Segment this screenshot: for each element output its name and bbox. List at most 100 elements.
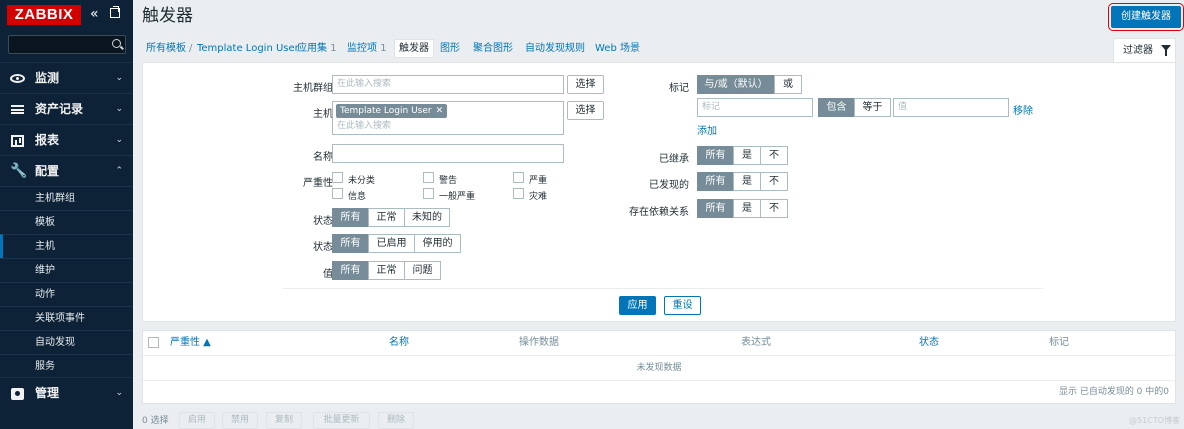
- host-multiselect[interactable]: Template Login User ✕ 在此输入搜索: [332, 101, 564, 135]
- mass-update-button[interactable]: 批量更新: [313, 412, 370, 429]
- apply-button[interactable]: 应用: [619, 296, 656, 315]
- sidebar-item-monitoring[interactable]: 监测 ⌄: [0, 62, 133, 93]
- value-option-problem[interactable]: 问题: [404, 261, 441, 280]
- sidebar-subitem-label: 动作: [35, 289, 55, 300]
- status-option-all[interactable]: 所有: [332, 234, 369, 253]
- selected-count: 0 选择: [142, 416, 169, 426]
- sidebar-subitem-label: 关联项事件: [35, 313, 85, 324]
- name-input[interactable]: [332, 144, 564, 163]
- inherited-option-yes[interactable]: 是: [733, 146, 761, 165]
- tags-mode-or[interactable]: 或: [774, 75, 802, 94]
- gear-icon: [10, 386, 25, 401]
- dependencies-option-no[interactable]: 不: [760, 199, 788, 218]
- severity-checkbox[interactable]: [423, 172, 434, 183]
- severity-checkbox[interactable]: [332, 188, 343, 199]
- tab-graphs[interactable]: 图形: [440, 38, 460, 60]
- filter-tab[interactable]: 过滤器: [1113, 38, 1176, 63]
- zabbix-logo[interactable]: ZABBIX: [7, 5, 81, 25]
- delete-button[interactable]: 删除: [378, 412, 414, 429]
- inherited-option-no[interactable]: 不: [760, 146, 788, 165]
- state-option-all[interactable]: 所有: [332, 208, 369, 227]
- sidebar-subitem-actions[interactable]: 动作: [0, 282, 133, 306]
- state-option-unknown[interactable]: 未知的: [404, 208, 450, 227]
- sidebar-subitem-services[interactable]: 服务: [0, 354, 133, 378]
- tab-items[interactable]: 监控项 1: [347, 38, 387, 60]
- column-name[interactable]: 名称: [389, 331, 409, 355]
- disable-button[interactable]: 禁用: [222, 412, 258, 429]
- column-operational-data: 操作数据: [519, 337, 559, 348]
- tab-applications[interactable]: 应用集 1: [297, 38, 337, 60]
- tag-operator-contains[interactable]: 包含: [818, 98, 855, 117]
- add-tag-link[interactable]: 添加: [697, 122, 717, 137]
- tag-operator-equals[interactable]: 等于: [854, 98, 891, 117]
- tags-mode-and-or[interactable]: 与/或（默认）: [697, 75, 775, 94]
- select-all-checkbox[interactable]: [148, 337, 159, 348]
- tab-web-scenarios[interactable]: Web 场景: [595, 38, 640, 60]
- enable-button[interactable]: 启用: [179, 412, 215, 429]
- reset-button[interactable]: 重设: [664, 296, 701, 315]
- breadcrumb-template[interactable]: Template Login User: [197, 38, 299, 60]
- sidebar-item-inventory[interactable]: 资产记录 ⌄: [0, 93, 133, 124]
- severity-checkbox[interactable]: [423, 188, 434, 199]
- severity-option-label: 灾难: [529, 192, 548, 202]
- name-label: 名称: [313, 152, 333, 163]
- state-label: 状态: [313, 216, 333, 227]
- column-status[interactable]: 状态: [919, 331, 939, 355]
- discovered-label: 已发现的: [649, 180, 689, 191]
- discovered-option-no[interactable]: 不: [760, 172, 788, 191]
- sidebar-subitem-label: 模板: [35, 217, 55, 228]
- dependencies-label: 存在依赖关系: [629, 207, 689, 218]
- host-select-button[interactable]: 选择: [567, 101, 604, 120]
- search-icon[interactable]: [112, 39, 121, 48]
- copy-button[interactable]: 复制: [266, 412, 302, 429]
- tab-screens[interactable]: 聚合图形: [473, 38, 513, 60]
- list-icon: [10, 102, 25, 117]
- dependencies-option-yes[interactable]: 是: [733, 199, 761, 218]
- discovered-option-all[interactable]: 所有: [697, 172, 734, 191]
- state-option-normal[interactable]: 正常: [368, 208, 405, 227]
- table-footer-info: 显示 已自动发现的 0 中的0: [1058, 387, 1169, 397]
- sidebar-search-input[interactable]: [8, 35, 126, 54]
- tab-triggers[interactable]: 触发器: [394, 39, 434, 58]
- tags-label: 标记: [669, 83, 689, 94]
- kiosk-mode-icon[interactable]: [110, 6, 120, 18]
- column-severity[interactable]: 严重性 ▲: [170, 331, 211, 355]
- triggers-table: 严重性 ▲ 名称 操作数据 表达式 状态 标记 未发现数据 显示 已自动发现的 …: [142, 330, 1176, 404]
- discovered-option-yes[interactable]: 是: [733, 172, 761, 191]
- create-trigger-button[interactable]: 创建触发器: [1108, 3, 1184, 31]
- severity-label: 严重性: [303, 178, 333, 189]
- sidebar-subitem-host-groups[interactable]: 主机群组: [0, 186, 133, 210]
- remove-chip-icon[interactable]: ✕: [436, 106, 444, 116]
- sidebar-subitem-maintenance[interactable]: 维护: [0, 258, 133, 282]
- tab-discovery-rules[interactable]: 自动发现规则: [525, 38, 585, 60]
- host-group-select-button[interactable]: 选择: [567, 75, 604, 94]
- status-label: 状态: [313, 242, 333, 253]
- severity-checkbox[interactable]: [332, 172, 343, 183]
- host-group-input[interactable]: 在此输入搜索: [332, 75, 564, 94]
- sidebar-subitem-discovery[interactable]: 自动发现: [0, 330, 133, 354]
- sidebar-subitem-label: 主机群组: [35, 193, 75, 204]
- sidebar-item-configuration[interactable]: 🔧 配置 ⌃: [0, 155, 133, 186]
- sidebar-subitem-templates[interactable]: 模板: [0, 210, 133, 234]
- collapse-sidebar-icon[interactable]: «: [90, 7, 99, 21]
- tag-name-input[interactable]: 标记: [697, 98, 813, 117]
- inherited-option-all[interactable]: 所有: [697, 146, 734, 165]
- sidebar-item-reports[interactable]: 报表 ⌄: [0, 124, 133, 155]
- sidebar-item-label: 报表: [35, 133, 60, 147]
- value-option-ok[interactable]: 正常: [368, 261, 405, 280]
- severity-checkbox[interactable]: [513, 188, 524, 199]
- status-option-enabled[interactable]: 已启用: [368, 234, 415, 253]
- sidebar-subitem-hosts[interactable]: 主机: [0, 234, 133, 258]
- tag-value-input[interactable]: 值: [893, 98, 1009, 117]
- value-option-all[interactable]: 所有: [332, 261, 369, 280]
- status-option-disabled[interactable]: 停用的: [414, 234, 461, 253]
- remove-tag-link[interactable]: 移除: [1013, 102, 1033, 117]
- host-chip[interactable]: Template Login User ✕: [336, 104, 448, 118]
- sidebar-item-administration[interactable]: 管理 ⌄: [0, 377, 133, 408]
- dependencies-option-all[interactable]: 所有: [697, 199, 734, 218]
- breadcrumb-all-templates[interactable]: 所有模板: [146, 38, 186, 60]
- severity-checkbox[interactable]: [513, 172, 524, 183]
- funnel-icon: [1161, 45, 1171, 56]
- sidebar-subitem-label: 维护: [35, 265, 55, 276]
- sidebar-subitem-event-correlation[interactable]: 关联项事件: [0, 306, 133, 330]
